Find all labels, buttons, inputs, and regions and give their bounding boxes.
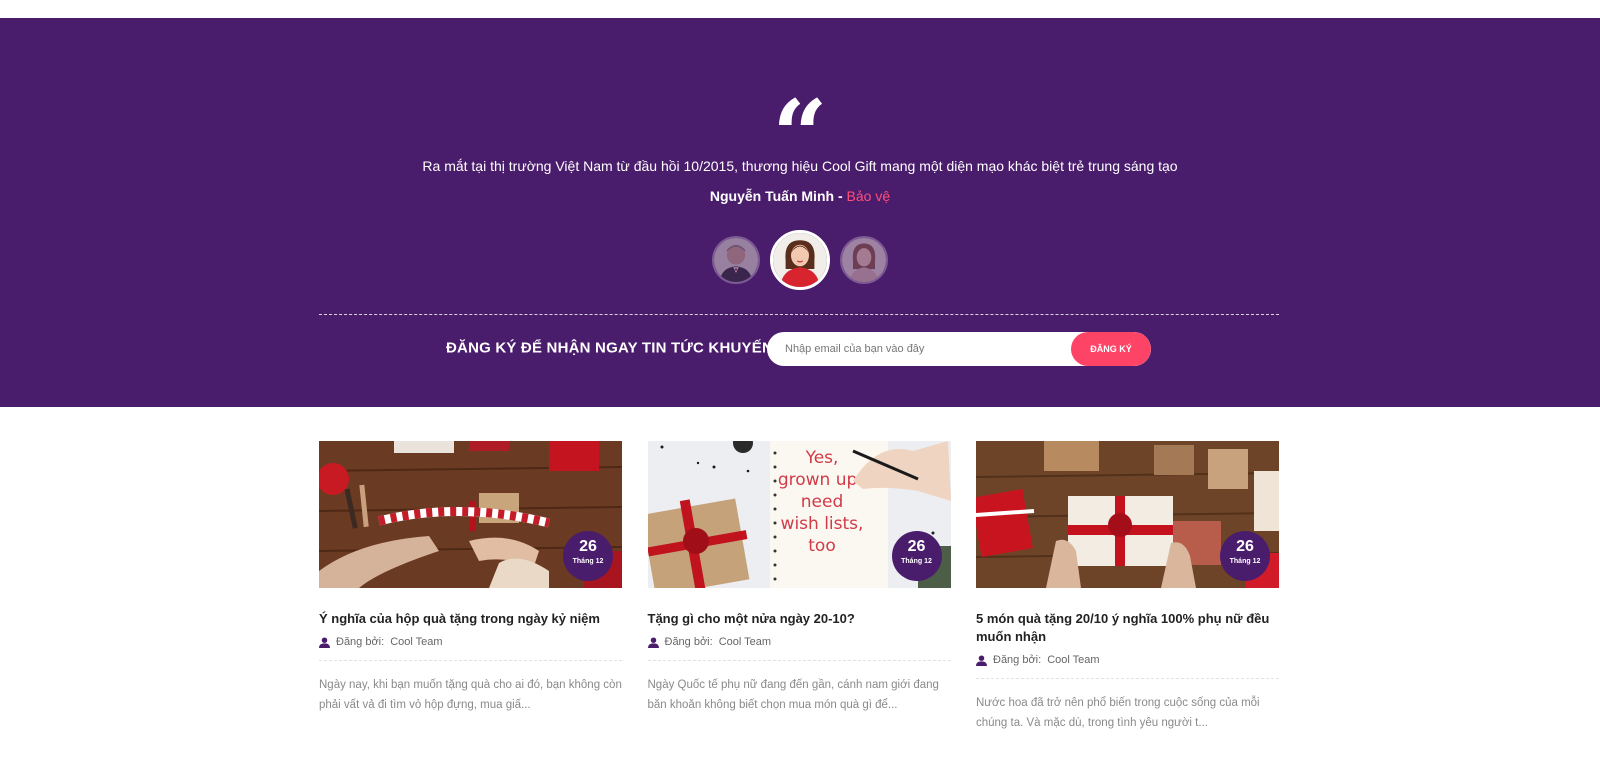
testimonial-avatars: [0, 230, 1600, 290]
post-meta: Đăng bởi: Cool Team: [319, 636, 622, 661]
image-text: need: [800, 492, 842, 512]
post-excerpt: Nước hoa đã trở nên phổ biến trong cuộc …: [976, 697, 1260, 729]
post-meta: Đăng bởi: Cool Team: [647, 636, 951, 661]
post-author: Cool Team: [1047, 654, 1100, 666]
date-month: Tháng 12: [572, 558, 604, 565]
blog-post-card: Yes, grown ups need wish lists, too 26 T…: [647, 441, 951, 733]
meta-label: Đăng bởi:: [664, 636, 713, 648]
image-text: grown ups: [777, 470, 865, 490]
author-role: Bảo vệ: [846, 188, 891, 204]
post-thumbnail[interactable]: Yes, grown ups need wish lists, too 26 T…: [647, 441, 951, 588]
post-excerpt: Ngày nay, khi bạn muốn tặng quà cho ai đ…: [319, 679, 622, 711]
post-thumbnail[interactable]: 26 Tháng 12: [976, 441, 1279, 588]
section-divider: [319, 314, 1279, 315]
blog-post-card: 26 Tháng 12 Ý nghĩa của hộp quà tặng tro…: [319, 441, 622, 733]
post-author: Cool Team: [390, 636, 443, 648]
user-icon: [976, 654, 987, 666]
image-text: Yes,: [804, 448, 838, 468]
date-badge: 26 Tháng 12: [891, 531, 942, 581]
meta-label: Đăng bởi:: [993, 654, 1042, 666]
user-icon: [647, 636, 659, 648]
subscribe-button[interactable]: ĐĂNG KÝ: [1071, 332, 1151, 366]
post-title-link[interactable]: 5 món quà tặng 20/10 ý nghĩa 100% phụ nữ…: [976, 610, 1279, 646]
post-title-link[interactable]: Ý nghĩa của hộp quà tặng trong ngày kỷ n…: [319, 610, 622, 628]
avatar-woman[interactable]: [840, 236, 888, 284]
post-author: Cool Team: [718, 636, 772, 648]
date-badge: 26 Tháng 12: [1220, 531, 1270, 581]
post-excerpt: Ngày Quốc tế phụ nữ đang đến gần, cánh n…: [647, 679, 939, 711]
date-day: 26: [579, 538, 597, 555]
author-name: Nguyễn Tuấn Minh: [709, 188, 835, 204]
testimonial-text: Ra mắt tại thị trường Việt Nam từ đầu hồ…: [422, 158, 1178, 174]
image-text: too: [808, 536, 835, 556]
avatar-man[interactable]: [712, 236, 760, 284]
post-title-link[interactable]: Tặng gì cho một nửa ngày 20-10?: [648, 610, 951, 628]
blog-post-card: 26 Tháng 12 5 món quà tặng 20/10 ý nghĩa…: [976, 441, 1279, 733]
blog-posts: 26 Tháng 12 Ý nghĩa của hộp quà tặng tro…: [319, 441, 1279, 733]
user-icon: [319, 636, 330, 648]
post-meta: Đăng bởi: Cool Team: [976, 654, 1279, 679]
testimonial-author: Nguyễn Tuấn Minh - Bảo vệ: [0, 188, 1600, 204]
subscribe-form: ĐĂNG KÝ: [767, 332, 1151, 366]
post-thumbnail[interactable]: 26 Tháng 12: [319, 441, 622, 588]
email-input[interactable]: [767, 332, 1067, 366]
subscribe-title: ĐĂNG KÝ ĐỂ NHẬN NGAY TIN TỨC KHUYẾN MÃI: [446, 339, 806, 357]
avatar-woman-active[interactable]: [770, 230, 830, 290]
date-day: 26: [907, 538, 926, 555]
date-day: 26: [1236, 538, 1254, 555]
meta-label: Đăng bởi:: [336, 636, 385, 648]
image-text: wish lists,: [780, 514, 863, 534]
date-month: Tháng 12: [1229, 558, 1261, 565]
date-badge: 26 Tháng 12: [563, 531, 613, 581]
date-month: Tháng 12: [901, 558, 932, 565]
author-separator: -: [834, 188, 847, 204]
testimonial-section: “ Ra mắt tại thị trường Việt Nam từ đầu …: [0, 18, 1600, 407]
